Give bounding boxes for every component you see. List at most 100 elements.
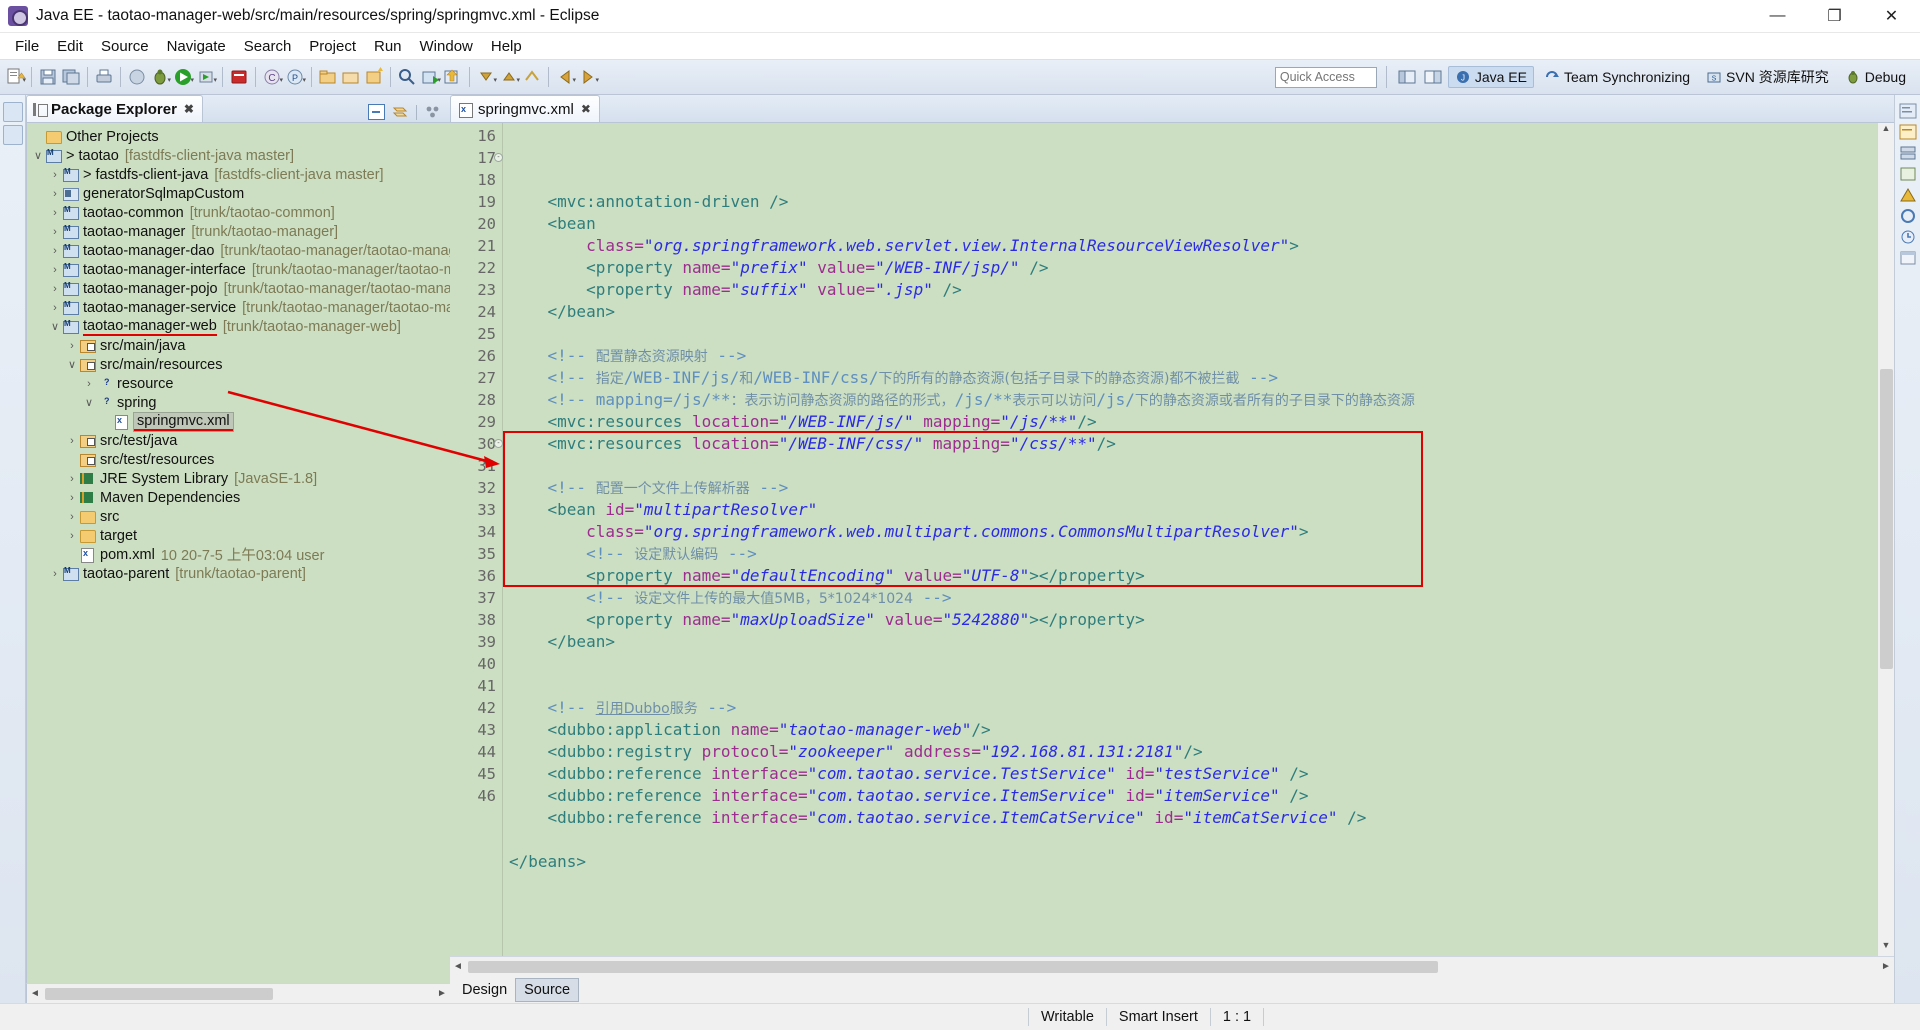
fold-toggle-icon[interactable]: - bbox=[494, 439, 503, 448]
scroll-track[interactable] bbox=[1878, 139, 1894, 940]
tree-item[interactable]: › taotao-manager-pojo [trunk/taotao-manage… bbox=[27, 279, 450, 298]
svn-commit-button[interactable]: ▾ bbox=[419, 66, 441, 88]
editor-bottom-tab-design[interactable]: Design bbox=[454, 979, 515, 1001]
previous-annotation-button[interactable]: ▾ bbox=[498, 66, 520, 88]
scroll-thumb[interactable] bbox=[468, 960, 1438, 973]
restore-package-explorer-icon[interactable] bbox=[2, 102, 23, 122]
menu-item-source[interactable]: Source bbox=[92, 36, 158, 57]
scroll-left-icon[interactable]: ◄ bbox=[27, 988, 43, 999]
tab-springmvc-xml[interactable]: springmvc.xml ✖ bbox=[450, 95, 600, 122]
tree-item[interactable]: › src bbox=[27, 507, 450, 526]
fold-toggle-icon[interactable]: - bbox=[494, 153, 503, 162]
markers-icon[interactable] bbox=[1898, 186, 1918, 204]
chevron-right-icon[interactable]: › bbox=[65, 435, 79, 447]
perspective-java-ee[interactable]: J Java EE bbox=[1447, 66, 1534, 88]
build-button[interactable] bbox=[126, 66, 148, 88]
chevron-right-icon[interactable]: › bbox=[48, 188, 62, 200]
chevron-down-icon[interactable]: ▾ bbox=[595, 76, 599, 84]
last-edit-location-button[interactable] bbox=[521, 66, 543, 88]
open-type-button[interactable] bbox=[317, 66, 339, 88]
editor-vscrollbar[interactable]: ▲ ▼ bbox=[1877, 123, 1894, 956]
tree-item[interactable]: › Maven Dependencies bbox=[27, 488, 450, 507]
tree-item[interactable]: › taotao-common [trunk/taotao-common] bbox=[27, 203, 450, 222]
tree-item[interactable]: ∨ taotao-manager-web [trunk/taotao-manager… bbox=[27, 317, 450, 336]
search-button[interactable] bbox=[396, 66, 418, 88]
menu-item-project[interactable]: Project bbox=[300, 36, 365, 57]
scroll-left-icon[interactable]: ◄ bbox=[450, 961, 466, 972]
save-all-button[interactable] bbox=[60, 66, 82, 88]
tree-item[interactable]: › src/test/java bbox=[27, 431, 450, 450]
back-button[interactable]: ▾ bbox=[554, 66, 576, 88]
link-with-editor-icon[interactable] bbox=[392, 104, 409, 120]
chevron-down-icon[interactable]: ∨ bbox=[82, 396, 96, 409]
tree-item[interactable]: › taotao-manager [trunk/taotao-manager] bbox=[27, 222, 450, 241]
debug-button[interactable]: ▾ bbox=[149, 66, 171, 88]
chevron-right-icon[interactable]: › bbox=[48, 245, 62, 257]
tree-item[interactable]: › target bbox=[27, 526, 450, 545]
tree-item[interactable]: › generatorSqlmapCustom bbox=[27, 184, 450, 203]
open-perspective-button[interactable] bbox=[1396, 66, 1418, 88]
open-resource-button[interactable] bbox=[340, 66, 362, 88]
close-icon[interactable]: ✖ bbox=[581, 102, 591, 116]
tree-item[interactable]: pom.xml 10 20-7-5 上午03:04 user bbox=[27, 545, 450, 564]
menu-item-run[interactable]: Run bbox=[365, 36, 411, 57]
chevron-right-icon[interactable]: › bbox=[48, 283, 62, 295]
source-code-text[interactable]: <mvc:annotation-driven /> <bean class="o… bbox=[503, 123, 1877, 956]
chevron-down-icon[interactable]: ∨ bbox=[48, 320, 62, 333]
chevron-down-icon[interactable]: ▾ bbox=[572, 76, 576, 84]
menu-item-search[interactable]: Search bbox=[235, 36, 301, 57]
new-wizard-button[interactable]: ▾ bbox=[4, 66, 26, 88]
new-folder-button[interactable] bbox=[363, 66, 385, 88]
tree-item[interactable]: › taotao-manager-service [trunk/taotao-man… bbox=[27, 298, 450, 317]
menu-item-file[interactable]: File bbox=[6, 36, 48, 57]
chevron-down-icon[interactable]: ▾ bbox=[213, 76, 217, 84]
close-icon[interactable]: ✖ bbox=[184, 102, 194, 116]
chevron-down-icon[interactable]: ∨ bbox=[31, 149, 45, 162]
chevron-right-icon[interactable]: › bbox=[48, 264, 62, 276]
chevron-down-icon[interactable]: ∨ bbox=[65, 358, 79, 371]
scroll-up-icon[interactable]: ▲ bbox=[1882, 123, 1891, 139]
tree-item[interactable]: ∨ src/main/resources bbox=[27, 355, 450, 374]
run-button[interactable]: ▾ bbox=[172, 66, 194, 88]
customize-perspective-button[interactable] bbox=[1422, 66, 1444, 88]
restore-outline-icon[interactable] bbox=[2, 125, 23, 145]
quick-access-input[interactable] bbox=[1274, 66, 1377, 88]
package-explorer-tree-container[interactable]: Other Projects ∨ > taotao [fastdfs-client-j… bbox=[26, 123, 450, 983]
servers-icon[interactable] bbox=[1898, 144, 1918, 162]
tree-item[interactable]: › taotao-parent [trunk/taotao-parent] bbox=[27, 564, 450, 583]
scroll-down-icon[interactable]: ▼ bbox=[1882, 940, 1891, 956]
chevron-right-icon[interactable]: › bbox=[48, 169, 62, 181]
editor-hscrollbar[interactable]: ◄ ► bbox=[450, 956, 1894, 976]
properties-icon[interactable] bbox=[1898, 249, 1918, 267]
next-annotation-button[interactable]: ▾ bbox=[475, 66, 497, 88]
chevron-right-icon[interactable]: › bbox=[48, 226, 62, 238]
chevron-right-icon[interactable]: › bbox=[82, 378, 96, 390]
tree-item[interactable]: Other Projects bbox=[27, 127, 450, 146]
svn-update-button[interactable] bbox=[442, 66, 464, 88]
perspective-team-synchronizing[interactable]: Team Synchronizing bbox=[1538, 67, 1696, 87]
new-package-button[interactable]: P ▾ bbox=[284, 66, 306, 88]
scroll-right-icon[interactable]: ► bbox=[434, 988, 450, 999]
run-as-server-button[interactable] bbox=[228, 66, 250, 88]
chevron-down-icon[interactable]: ▾ bbox=[22, 76, 26, 84]
chevron-down-icon[interactable]: ▾ bbox=[167, 76, 171, 84]
editor-bottom-tab-source[interactable]: Source bbox=[515, 977, 580, 1002]
tree-item[interactable]: › resource bbox=[27, 374, 450, 393]
tree-item[interactable]: › taotao-manager-interface [trunk/taotao-m… bbox=[27, 260, 450, 279]
tab-package-explorer[interactable]: Package Explorer ✖ bbox=[26, 95, 203, 122]
tree-item[interactable]: src/test/resources bbox=[27, 450, 450, 469]
tree-item[interactable]: › src/main/java bbox=[27, 336, 450, 355]
tree-item[interactable]: › taotao-manager-dao [trunk/taotao-manager… bbox=[27, 241, 450, 260]
chevron-right-icon[interactable]: › bbox=[48, 207, 62, 219]
history-icon[interactable] bbox=[1898, 228, 1918, 246]
maximize-button[interactable]: ❐ bbox=[1806, 0, 1863, 33]
scroll-right-icon[interactable]: ► bbox=[1878, 961, 1894, 972]
chevron-down-icon[interactable]: ▾ bbox=[190, 76, 194, 84]
scroll-track[interactable] bbox=[43, 986, 434, 1001]
perspective-debug[interactable]: Debug bbox=[1839, 67, 1912, 87]
menu-item-navigate[interactable]: Navigate bbox=[158, 36, 235, 57]
chevron-right-icon[interactable]: › bbox=[48, 568, 62, 580]
chevron-right-icon[interactable]: › bbox=[65, 340, 79, 352]
chevron-down-icon[interactable]: ▾ bbox=[493, 76, 497, 84]
forward-button[interactable]: ▾ bbox=[577, 66, 599, 88]
